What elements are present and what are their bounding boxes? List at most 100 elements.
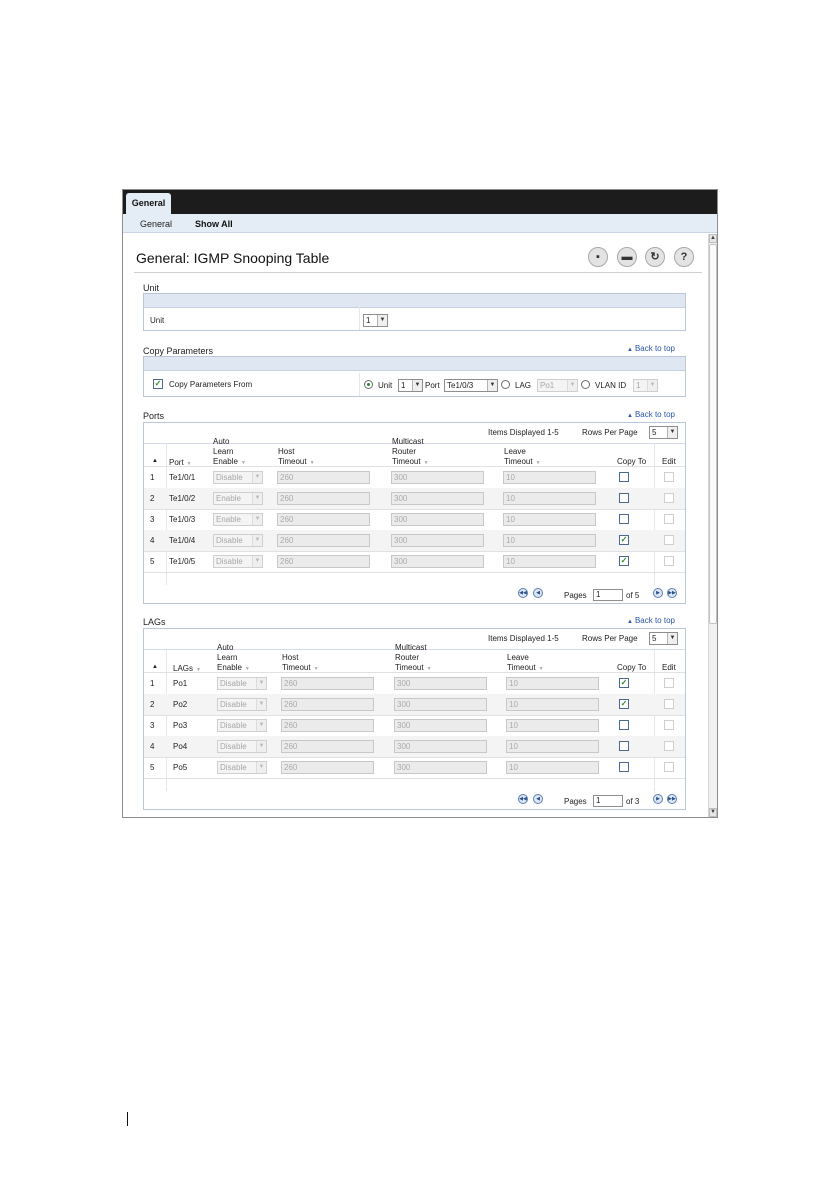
leave-timeout-input[interactable]: 10 <box>506 677 599 690</box>
leave-timeout-input[interactable]: 10 <box>503 555 596 568</box>
column-header-mrouter-timeout[interactable]: Multicast Router Timeout ▼ <box>392 437 429 468</box>
rows-per-page-select[interactable]: 5 ▼ <box>649 426 678 439</box>
mrouter-timeout-input[interactable]: 300 <box>394 677 487 690</box>
edit-checkbox[interactable] <box>664 472 674 482</box>
next-page-icon[interactable]: ▶ <box>653 588 663 598</box>
first-page-icon[interactable]: ◀◀ <box>518 588 528 598</box>
host-timeout-input[interactable]: 260 <box>281 719 374 732</box>
edit-checkbox[interactable] <box>664 556 674 566</box>
mrouter-timeout-input[interactable]: 300 <box>391 471 484 484</box>
copy-to-checkbox[interactable]: ✓ <box>619 678 629 688</box>
leave-timeout-input[interactable]: 10 <box>503 492 596 505</box>
copy-to-checkbox[interactable]: ✓ <box>619 699 629 709</box>
auto-learn-select[interactable]: Disable ▼ <box>217 677 267 690</box>
copy-to-checkbox[interactable] <box>619 741 629 751</box>
edit-checkbox[interactable] <box>664 720 674 730</box>
previous-page-icon[interactable]: ◀ <box>533 588 543 598</box>
copy-to-checkbox[interactable] <box>619 472 629 482</box>
copy-to-checkbox[interactable] <box>619 514 629 524</box>
mrouter-timeout-input[interactable]: 300 <box>391 492 484 505</box>
vertical-scrollbar[interactable]: ▲ ▼ <box>708 234 717 817</box>
next-page-icon[interactable]: ▶ <box>653 794 663 804</box>
copy-back-to-top-link[interactable]: ▲ Back to top <box>627 344 675 353</box>
unit-radio[interactable] <box>364 380 373 389</box>
column-header-name[interactable]: Port ▼ <box>169 458 192 469</box>
edit-checkbox[interactable] <box>664 514 674 524</box>
sort-up-icon[interactable]: ▲ <box>152 662 158 672</box>
host-timeout-input[interactable]: 260 <box>277 555 370 568</box>
subnav-show-all[interactable]: Show All <box>195 219 233 229</box>
subnav-general[interactable]: General <box>140 219 172 229</box>
copy-to-checkbox[interactable] <box>619 762 629 772</box>
column-header-leave-timeout[interactable]: Leave Timeout ▼ <box>504 447 541 468</box>
edit-checkbox[interactable] <box>664 741 674 751</box>
lags-back-to-top-link[interactable]: ▲ Back to top <box>627 616 675 625</box>
copy-vlan-select[interactable]: 1 ▼ <box>633 379 658 392</box>
column-header-name[interactable]: LAGs ▼ <box>173 664 201 675</box>
auto-learn-select[interactable]: Disable ▼ <box>217 698 267 711</box>
copy-lag-select[interactable]: Po1 ▼ <box>537 379 578 392</box>
leave-timeout-input[interactable]: 10 <box>503 534 596 547</box>
auto-learn-select[interactable]: Enable ▼ <box>213 492 263 505</box>
auto-learn-select[interactable]: Disable ▼ <box>213 534 263 547</box>
copy-to-checkbox[interactable]: ✓ <box>619 556 629 566</box>
scroll-down-arrow-icon[interactable]: ▼ <box>709 808 717 817</box>
auto-learn-select[interactable]: Disable ▼ <box>217 719 267 732</box>
copy-port-select[interactable]: Te1/0/3 ▼ <box>444 379 498 392</box>
mrouter-timeout-input[interactable]: 300 <box>394 719 487 732</box>
page-number-input[interactable]: 1 <box>593 589 623 601</box>
copy-unit-select[interactable]: 1 ▼ <box>398 379 423 392</box>
rows-per-page-select[interactable]: 5 ▼ <box>649 632 678 645</box>
column-header-auto-learn[interactable]: Auto Learn Enable ▼ <box>217 643 250 674</box>
host-timeout-input[interactable]: 260 <box>277 534 370 547</box>
host-timeout-input[interactable]: 260 <box>277 492 370 505</box>
scroll-thumb[interactable] <box>709 244 717 624</box>
auto-learn-select[interactable]: Disable ▼ <box>217 761 267 774</box>
mrouter-timeout-input[interactable]: 300 <box>391 555 484 568</box>
column-header-auto-learn[interactable]: Auto Learn Enable ▼ <box>213 437 246 468</box>
leave-timeout-input[interactable]: 10 <box>506 761 599 774</box>
edit-checkbox[interactable] <box>664 678 674 688</box>
host-timeout-input[interactable]: 260 <box>281 740 374 753</box>
auto-learn-select[interactable]: Disable ▼ <box>213 471 263 484</box>
print-icon[interactable]: ▬ <box>617 247 637 267</box>
unit-select[interactable]: 1 ▼ <box>363 314 388 327</box>
leave-timeout-input[interactable]: 10 <box>503 513 596 526</box>
mrouter-timeout-input[interactable]: 300 <box>394 740 487 753</box>
copy-to-checkbox[interactable]: ✓ <box>619 535 629 545</box>
mrouter-timeout-input[interactable]: 300 <box>394 761 487 774</box>
first-page-icon[interactable]: ◀◀ <box>518 794 528 804</box>
scroll-up-arrow-icon[interactable]: ▲ <box>709 234 717 243</box>
host-timeout-input[interactable]: 260 <box>281 677 374 690</box>
leave-timeout-input[interactable]: 10 <box>506 719 599 732</box>
copy-to-checkbox[interactable] <box>619 720 629 730</box>
copy-to-checkbox[interactable] <box>619 493 629 503</box>
mrouter-timeout-input[interactable]: 300 <box>391 513 484 526</box>
host-timeout-input[interactable]: 260 <box>281 698 374 711</box>
save-icon[interactable]: ▪ <box>588 247 608 267</box>
last-page-icon[interactable]: ▶▶ <box>667 794 677 804</box>
auto-learn-select[interactable]: Disable ▼ <box>213 555 263 568</box>
help-icon[interactable]: ? <box>674 247 694 267</box>
refresh-icon[interactable]: ↻ <box>645 247 665 267</box>
vlan-radio[interactable] <box>581 380 590 389</box>
edit-checkbox[interactable] <box>664 493 674 503</box>
ports-back-to-top-link[interactable]: ▲ Back to top <box>627 410 675 419</box>
column-header-host-timeout[interactable]: Host Timeout ▼ <box>282 653 319 674</box>
host-timeout-input[interactable]: 260 <box>277 513 370 526</box>
edit-checkbox[interactable] <box>664 762 674 772</box>
column-header-mrouter-timeout[interactable]: Multicast Router Timeout ▼ <box>395 643 432 674</box>
leave-timeout-input[interactable]: 10 <box>506 740 599 753</box>
leave-timeout-input[interactable]: 10 <box>503 471 596 484</box>
column-header-host-timeout[interactable]: Host Timeout ▼ <box>278 447 315 468</box>
sort-up-icon[interactable]: ▲ <box>152 456 158 466</box>
mrouter-timeout-input[interactable]: 300 <box>391 534 484 547</box>
auto-learn-select[interactable]: Enable ▼ <box>213 513 263 526</box>
auto-learn-select[interactable]: Disable ▼ <box>217 740 267 753</box>
copy-parameters-checkbox[interactable]: ✓ <box>153 379 163 389</box>
host-timeout-input[interactable]: 260 <box>277 471 370 484</box>
page-number-input[interactable]: 1 <box>593 795 623 807</box>
previous-page-icon[interactable]: ◀ <box>533 794 543 804</box>
mrouter-timeout-input[interactable]: 300 <box>394 698 487 711</box>
last-page-icon[interactable]: ▶▶ <box>667 588 677 598</box>
